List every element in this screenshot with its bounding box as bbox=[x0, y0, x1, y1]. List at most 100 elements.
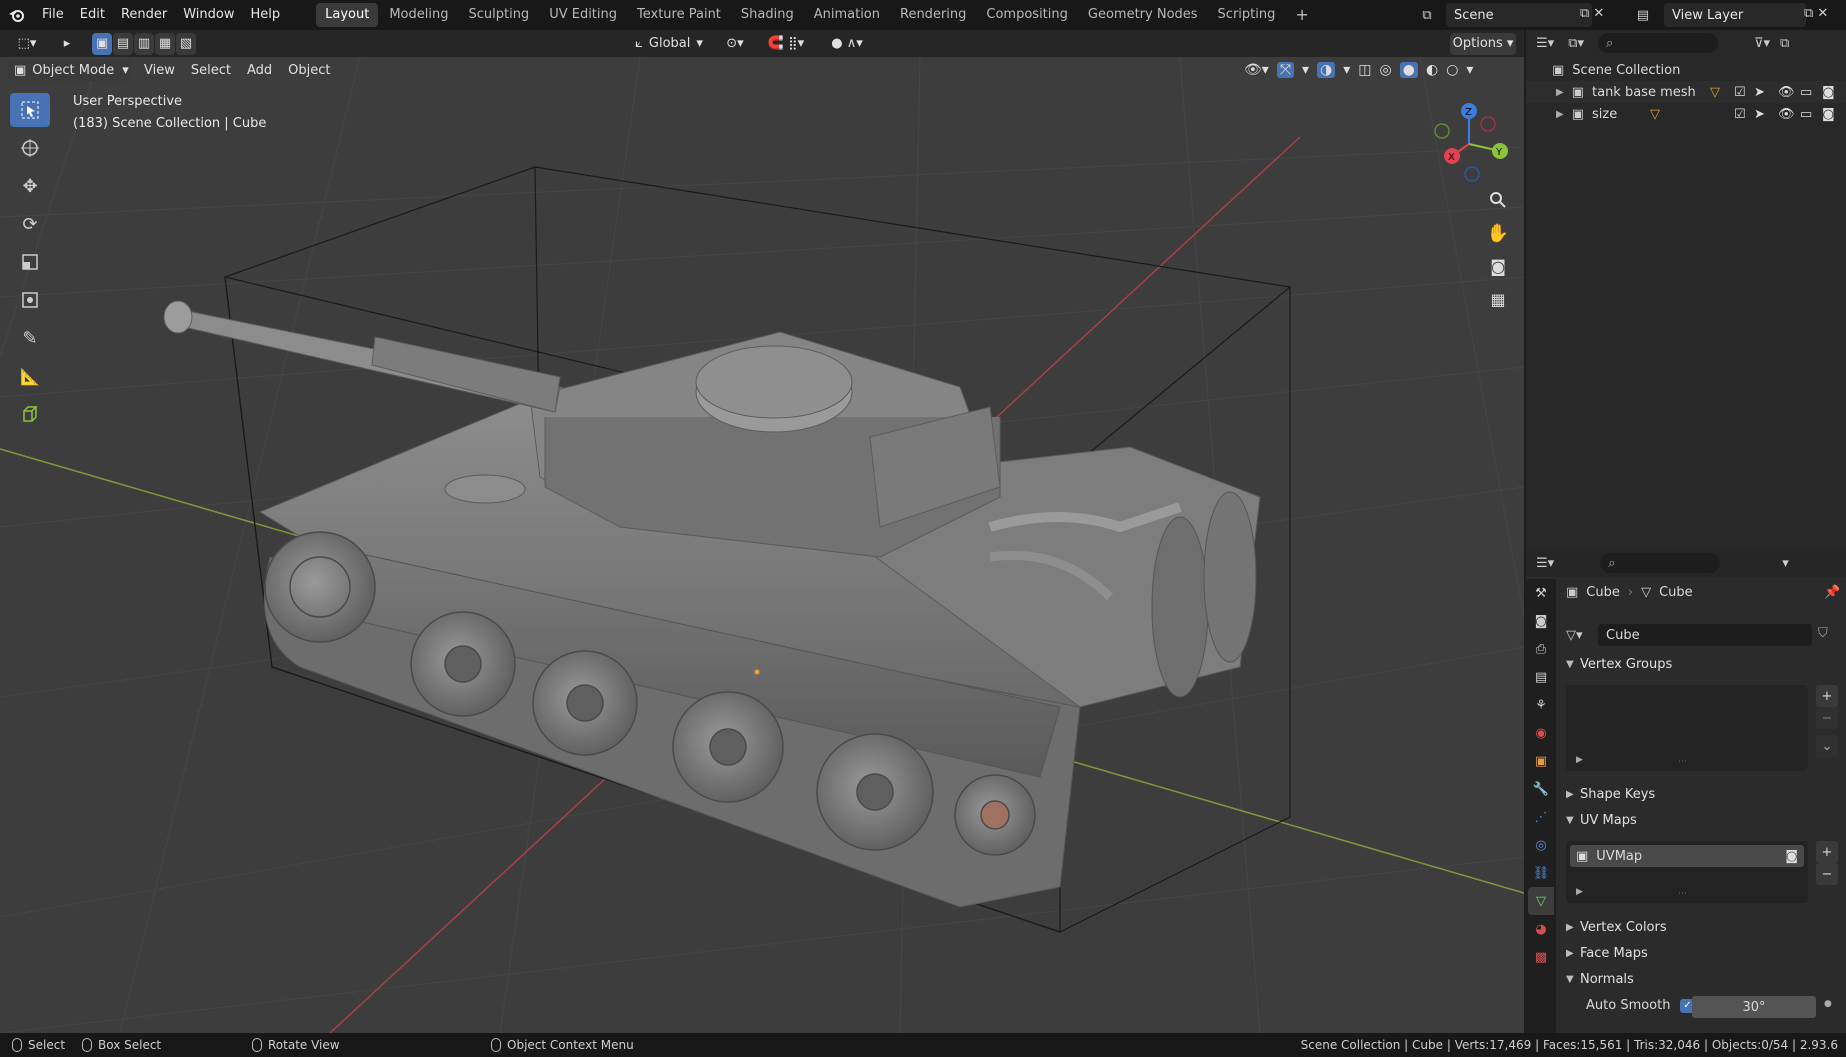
pivot-point-icon[interactable]: ⊙▾ bbox=[720, 33, 750, 55]
filter-icon[interactable]: ⊽▾ bbox=[1754, 36, 1770, 51]
expand-arrow-icon[interactable]: ▶ bbox=[1556, 109, 1564, 120]
view-layer-tab-icon[interactable]: ▤ bbox=[1528, 663, 1554, 691]
camera-render-icon[interactable]: ◙ bbox=[1822, 107, 1835, 122]
select-intersect-icon[interactable]: ▧ bbox=[176, 32, 196, 55]
outliner-scene-collection[interactable]: ▣ Scene Collection bbox=[1526, 59, 1846, 81]
shading-rendered-icon[interactable]: ○ bbox=[1446, 62, 1458, 78]
options-dropdown[interactable]: Options ▾ bbox=[1450, 32, 1516, 55]
menu-view[interactable]: View bbox=[136, 63, 183, 78]
editor-type-icon[interactable]: ⬚▾ bbox=[8, 33, 46, 55]
selectable-arrow-icon[interactable]: ➤ bbox=[1754, 107, 1765, 122]
texture-tab-icon[interactable]: ▩ bbox=[1528, 943, 1554, 971]
active-render-camera-icon[interactable]: ◙ bbox=[1785, 849, 1798, 864]
select-extend-icon[interactable]: ▤ bbox=[113, 32, 133, 55]
menu-help[interactable]: Help bbox=[243, 0, 289, 30]
pan-hand-icon[interactable]: ✋ bbox=[1483, 218, 1513, 248]
measure-tool-icon[interactable]: 📐 bbox=[10, 359, 50, 393]
properties-editor-type-icon[interactable]: ☰▾ bbox=[1536, 556, 1554, 571]
remove-vertex-group-button[interactable]: − bbox=[1816, 707, 1838, 729]
list-expand-icon[interactable]: ▶ bbox=[1576, 755, 1583, 765]
keyframe-dot-icon[interactable]: ● bbox=[1824, 999, 1832, 1009]
auto-smooth-angle-field[interactable]: 30° bbox=[1692, 996, 1816, 1018]
uvmap-list-item[interactable]: ▣ UVMap ◙ bbox=[1570, 845, 1804, 867]
exclude-checkbox[interactable]: ☑ bbox=[1734, 85, 1746, 100]
shading-solid-icon[interactable]: ● bbox=[1399, 62, 1418, 78]
overlay-dropdown-icon[interactable]: ▾ bbox=[1343, 62, 1350, 78]
menu-add[interactable]: Add bbox=[239, 63, 280, 78]
tab-scripting[interactable]: Scripting bbox=[1209, 3, 1285, 27]
menu-render[interactable]: Render bbox=[113, 0, 175, 30]
selectable-arrow-icon[interactable]: ➤ bbox=[1754, 85, 1765, 100]
modifier-tab-icon[interactable]: 🔧 bbox=[1528, 775, 1554, 803]
camera-render-icon[interactable]: ◙ bbox=[1822, 85, 1835, 100]
physics-tab-icon[interactable]: ◎ bbox=[1528, 831, 1554, 859]
section-shape-keys[interactable]: ▶ Shape Keys bbox=[1566, 783, 1655, 805]
particles-tab-icon[interactable]: ⋰ bbox=[1528, 803, 1554, 831]
tab-layout[interactable]: Layout bbox=[316, 3, 379, 27]
exclude-checkbox[interactable]: ☑ bbox=[1734, 107, 1746, 122]
shading-wireframe-icon[interactable]: ◎ bbox=[1380, 62, 1392, 78]
tab-modeling[interactable]: Modeling bbox=[380, 3, 457, 27]
properties-search-input[interactable]: ⌕ bbox=[1600, 553, 1721, 573]
menu-select[interactable]: Select bbox=[183, 63, 239, 78]
section-normals[interactable]: ▼ Normals bbox=[1566, 968, 1634, 990]
shading-material-icon[interactable]: ◐ bbox=[1426, 62, 1438, 78]
transform-orientation-dropdown[interactable]: ⟀ Global ▾ bbox=[626, 33, 712, 55]
3d-viewport[interactable]: User Perspective (183) Scene Collection … bbox=[0, 57, 1524, 1033]
select-tool-icon[interactable] bbox=[10, 93, 50, 127]
mesh-data-tab-icon[interactable]: ▽ bbox=[1528, 887, 1554, 915]
scale-tool-icon[interactable] bbox=[10, 245, 50, 279]
menu-edit[interactable]: Edit bbox=[72, 0, 113, 30]
scene-selector-icon[interactable]: ⧉ bbox=[1414, 5, 1440, 25]
uv-maps-list[interactable]: ▣ UVMap ◙ ▶ ⋯ bbox=[1566, 841, 1808, 903]
add-vertex-group-button[interactable]: + bbox=[1816, 685, 1838, 707]
list-resize-grip[interactable]: ⋯ bbox=[1678, 889, 1687, 899]
zoom-icon[interactable] bbox=[1483, 185, 1513, 215]
constraints-tab-icon[interactable]: ⛓ bbox=[1528, 859, 1554, 887]
gizmo-dropdown-icon[interactable]: ▾ bbox=[1302, 62, 1309, 78]
rotate-tool-icon[interactable]: ⟳ bbox=[10, 207, 50, 241]
active-tool-icon[interactable]: ▸ bbox=[54, 33, 80, 55]
tab-rendering[interactable]: Rendering bbox=[891, 3, 975, 27]
tab-sculpting[interactable]: Sculpting bbox=[459, 3, 538, 27]
navigation-gizmo[interactable]: Z Y X bbox=[1424, 99, 1514, 189]
gizmo-toggle-icon[interactable]: ⤧ bbox=[1276, 62, 1295, 78]
blender-logo-icon[interactable] bbox=[0, 0, 34, 30]
eye-icon[interactable]: 👁 bbox=[1778, 107, 1795, 122]
remove-uv-map-button[interactable]: − bbox=[1816, 863, 1838, 885]
outliner-item-size[interactable]: ▶ ▣ size ▽ ☑ ➤ 👁 ▭ ◙ bbox=[1526, 103, 1846, 125]
outliner-editor-type-icon[interactable]: ☰▾ bbox=[1536, 36, 1554, 51]
display-mode-icon[interactable]: ⧉▾ bbox=[1568, 36, 1584, 51]
outliner-search-input[interactable]: ⌕ bbox=[1598, 33, 1718, 53]
fake-user-shield-icon[interactable]: ⛉ bbox=[1818, 626, 1828, 641]
view-layer-actions-icon[interactable]: ⧉ ✕ bbox=[1804, 6, 1828, 21]
tab-geometry-nodes[interactable]: Geometry Nodes bbox=[1079, 3, 1207, 27]
tab-compositing[interactable]: Compositing bbox=[977, 3, 1077, 27]
select-new-icon[interactable]: ▣ bbox=[92, 32, 112, 55]
mesh-browse-icon[interactable]: ▽▾ bbox=[1566, 624, 1594, 646]
output-tab-icon[interactable]: ⎙ bbox=[1528, 635, 1554, 663]
object-tab-icon[interactable]: ▣ bbox=[1528, 747, 1554, 775]
perspective-toggle-icon[interactable]: ▦ bbox=[1483, 284, 1513, 314]
xray-toggle-icon[interactable]: ◫ bbox=[1358, 62, 1371, 78]
outliner-item-tank-base-mesh[interactable]: ▶ ▣ tank base mesh ▽ ☑ ➤ 👁 ▭ ◙ bbox=[1526, 81, 1846, 103]
annotate-tool-icon[interactable]: ✎ bbox=[10, 321, 50, 355]
list-expand-icon[interactable]: ▶ bbox=[1576, 887, 1583, 897]
expand-arrow-icon[interactable]: ▶ bbox=[1556, 87, 1564, 98]
pin-icon[interactable]: 📌 bbox=[1824, 585, 1840, 600]
tab-shading[interactable]: Shading bbox=[732, 3, 803, 27]
add-cube-tool-icon[interactable] bbox=[10, 397, 50, 431]
overlay-toggle-icon[interactable]: ◑ bbox=[1317, 62, 1336, 78]
scene-field[interactable]: Scene bbox=[1446, 3, 1592, 27]
camera-view-icon[interactable]: ◙ bbox=[1483, 251, 1513, 281]
snapping-icon[interactable]: 🧲 ⣿▾ bbox=[758, 33, 814, 55]
scene-tab-icon[interactable]: ⚘ bbox=[1528, 691, 1554, 719]
select-subtract-icon[interactable]: ▥ bbox=[134, 32, 154, 55]
new-collection-icon[interactable]: ⧉ bbox=[1780, 36, 1789, 51]
section-uv-maps[interactable]: ▼ UV Maps bbox=[1566, 809, 1637, 831]
add-workspace-icon[interactable]: + bbox=[1286, 3, 1317, 27]
move-tool-icon[interactable]: ✥ bbox=[10, 169, 50, 203]
tank-mesh[interactable] bbox=[163, 300, 1261, 908]
add-uv-map-button[interactable]: + bbox=[1816, 841, 1838, 863]
mesh-name-field[interactable]: Cube bbox=[1598, 624, 1812, 646]
